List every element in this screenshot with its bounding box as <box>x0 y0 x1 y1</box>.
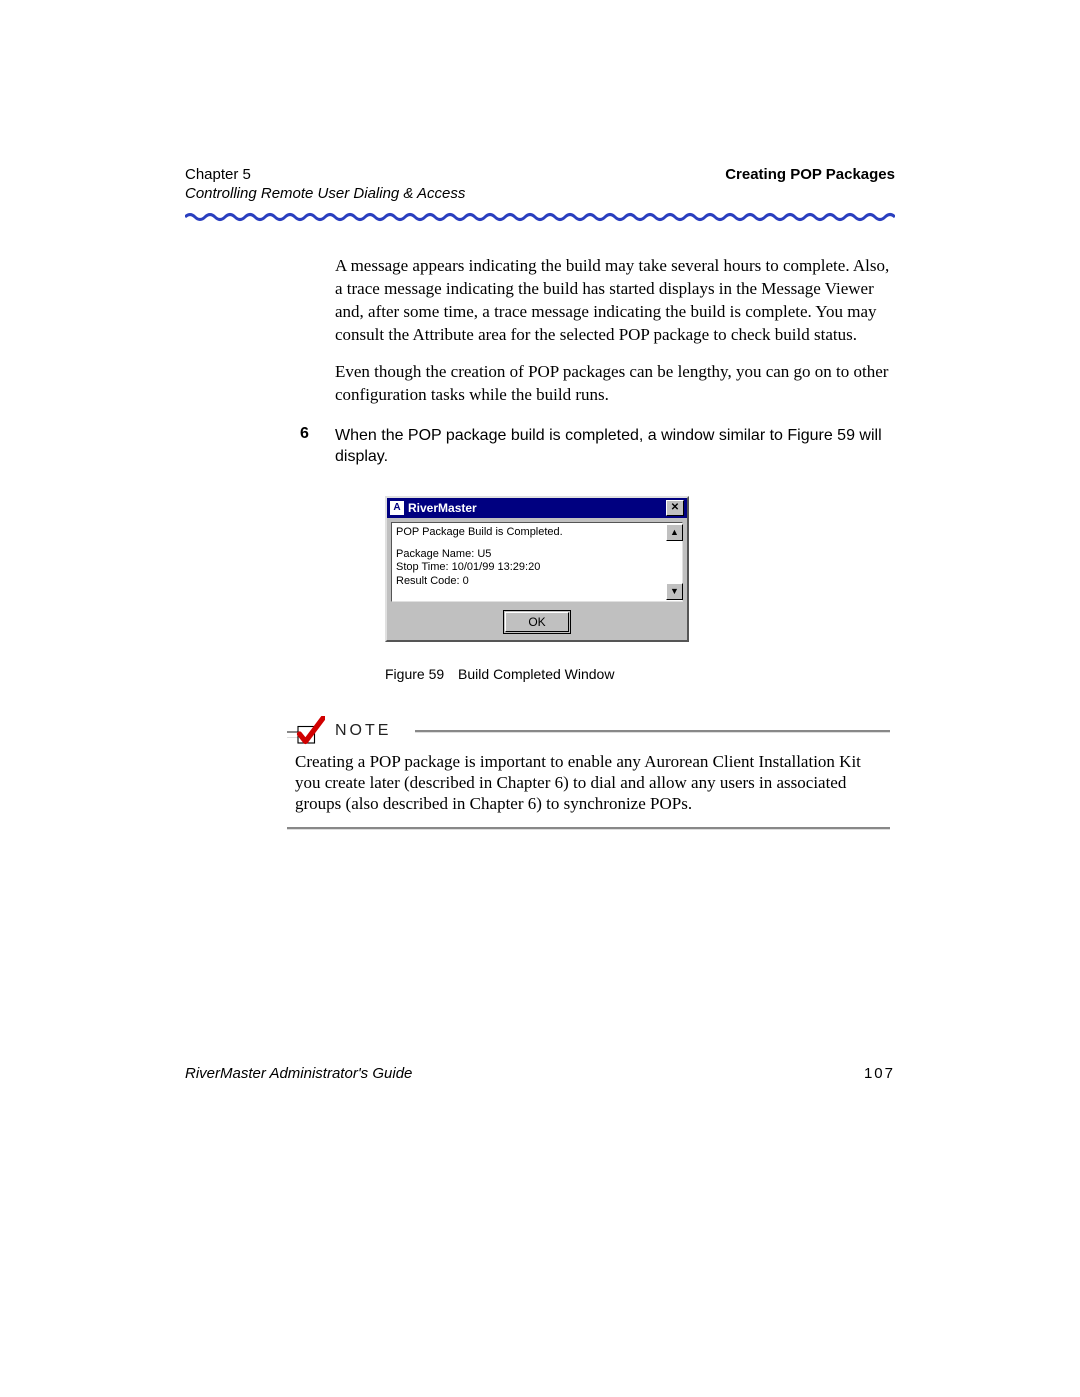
header-subtitle: Controlling Remote User Dialing & Access <box>185 185 895 202</box>
dialog-line-3: Stop Time: 10/01/99 13:29:20 <box>396 561 678 575</box>
chapter-label: Chapter 5 <box>185 166 251 183</box>
page-number: 107 <box>864 1065 895 1082</box>
note-label: NOTE <box>335 722 391 740</box>
step-text: When the POP package build is completed,… <box>335 425 890 468</box>
checkmark-icon <box>295 716 325 746</box>
paragraph-2: Even though the creation of POP packages… <box>335 361 890 407</box>
dialog-line-4: Result Code: 0 <box>396 575 678 589</box>
note-text: Creating a POP package is important to e… <box>295 751 890 815</box>
dialog-line-2: Package Name: U5 <box>396 548 678 562</box>
build-completed-dialog: A RiverMaster ✕ POP Package Build is Com… <box>385 496 689 642</box>
figure-number: Figure 59 <box>385 666 444 682</box>
footer-guide-title: RiverMaster Administrator's Guide <box>185 1065 412 1082</box>
step-number: 6 <box>300 425 335 468</box>
figure-caption-text: Build Completed Window <box>458 666 614 682</box>
dialog-line-1: POP Package Build is Completed. <box>396 526 678 540</box>
note-rule-bottom <box>287 827 890 830</box>
ok-button[interactable]: OK <box>505 612 568 632</box>
section-title: Creating POP Packages <box>725 166 895 183</box>
dialog-title: RiverMaster <box>408 501 477 515</box>
scroll-up-icon[interactable]: ▲ <box>666 524 683 541</box>
figure-caption: Figure 59 Build Completed Window <box>385 666 895 682</box>
dialog-titlebar: A RiverMaster ✕ <box>387 498 687 518</box>
scroll-down-icon[interactable]: ▼ <box>666 583 683 600</box>
app-icon: A <box>390 501 404 515</box>
dialog-message-area: POP Package Build is Completed. Package … <box>391 522 683 602</box>
note-rule-top <box>415 730 890 733</box>
paragraph-1: A message appears indicating the build m… <box>335 255 890 347</box>
header-divider-wave <box>185 212 895 222</box>
close-icon[interactable]: ✕ <box>666 500 684 516</box>
